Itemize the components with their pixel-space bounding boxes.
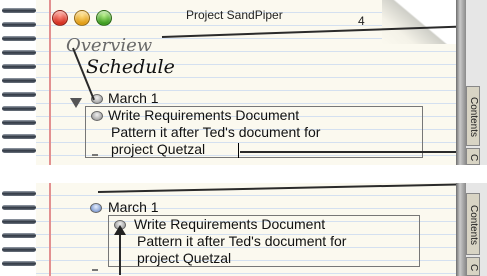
contents-side-tab[interactable]: Contents: [466, 193, 480, 255]
panel-separator: [0, 165, 487, 183]
text-cursor: [238, 143, 239, 158]
close-button[interactable]: [52, 10, 68, 26]
down-arrow-icon: [70, 98, 82, 108]
item-title[interactable]: Write Requirements Document: [108, 107, 299, 123]
minimize-button[interactable]: [74, 10, 90, 26]
item-title[interactable]: Write Requirements Document: [134, 216, 325, 232]
contents-side-tab[interactable]: Contents: [466, 86, 480, 146]
tab-overview[interactable]: Overview: [66, 35, 152, 56]
heading-march-1[interactable]: March 1: [108, 199, 159, 215]
window-edge: [456, 0, 466, 165]
notebook-window-bottom: March 1 Write Requirements Document Patt…: [0, 183, 487, 276]
window-title: Project SandPiper: [186, 8, 283, 22]
tab-schedule[interactable]: Schedule: [86, 56, 175, 78]
zoom-button[interactable]: [96, 10, 112, 26]
outline-dash: [92, 269, 98, 271]
page-number: 4: [358, 14, 365, 28]
item-note-line-2[interactable]: project Quetzal: [111, 141, 205, 157]
up-arrow-icon: [114, 225, 126, 235]
margin-line: [49, 183, 51, 276]
c-side-tab[interactable]: C: [466, 257, 480, 276]
item-note-line-2[interactable]: project Quetzal: [137, 250, 231, 266]
callout-line-arrow: [119, 235, 121, 275]
heading-march-1[interactable]: March 1: [108, 90, 159, 106]
outline-dash: [92, 154, 98, 156]
callout-line-cursor: [240, 151, 471, 153]
item-note-line-1[interactable]: Pattern it after Ted's document for: [137, 233, 346, 249]
outline-bullet-icon[interactable]: [90, 203, 102, 213]
item-note-line-1[interactable]: Pattern it after Ted's document for: [111, 124, 320, 140]
c-side-tab[interactable]: C: [466, 148, 480, 165]
window-edge: [456, 183, 466, 276]
notebook-window-top: Project SandPiper 4 Overview Schedule Ma…: [0, 0, 487, 165]
